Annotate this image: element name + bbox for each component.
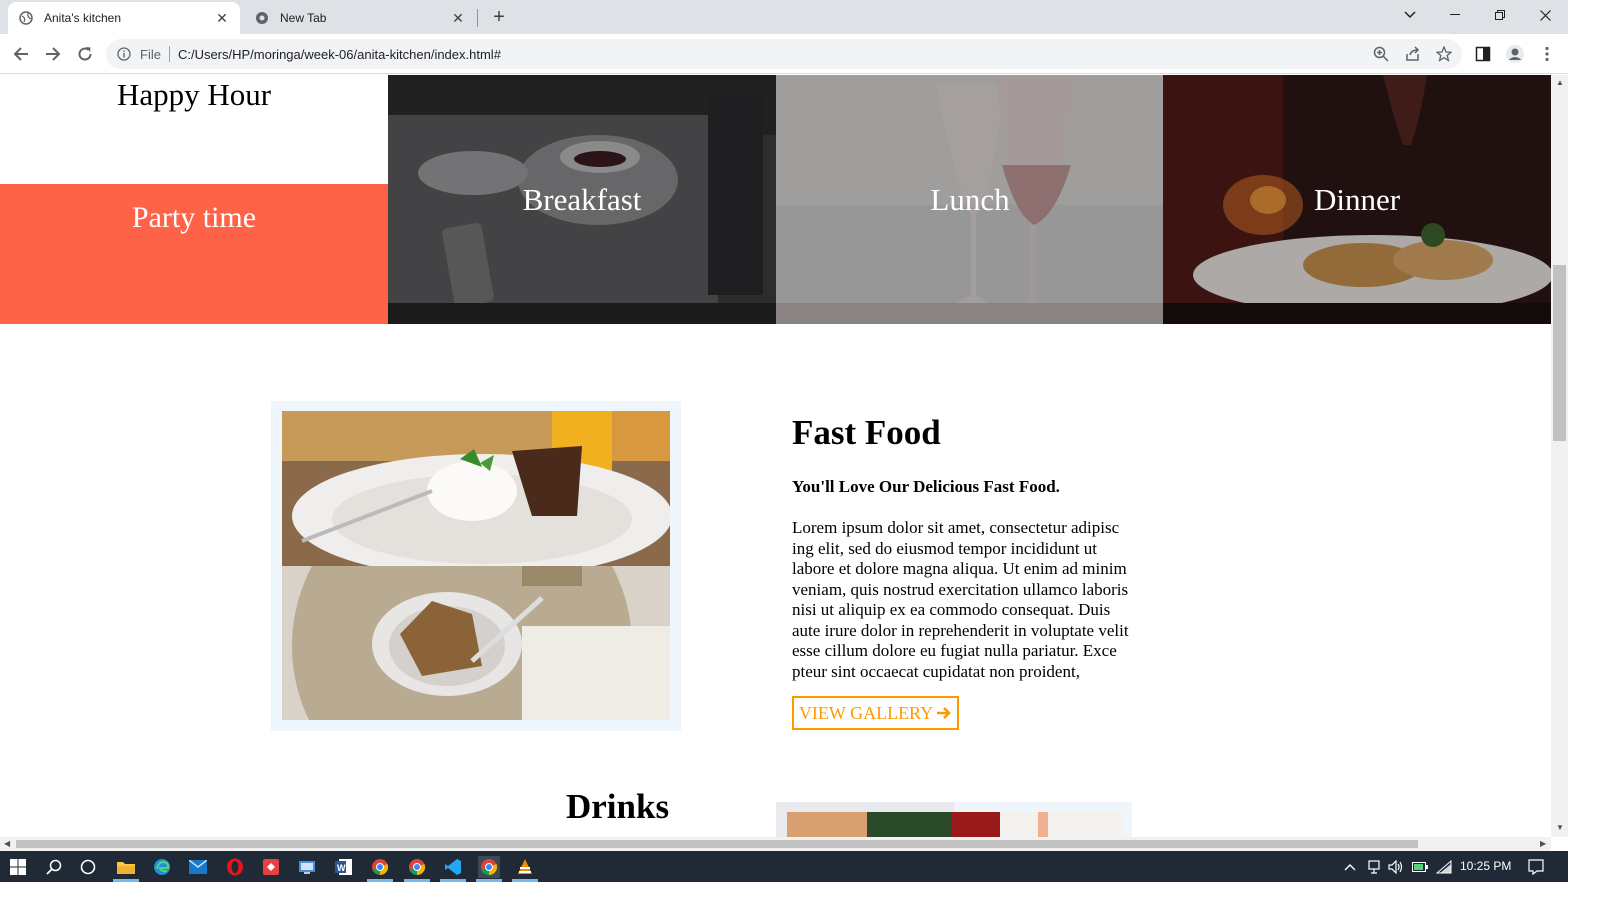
tab-title: New Tab: [280, 11, 327, 25]
breakfast-card[interactable]: Breakfast: [388, 75, 776, 324]
description-line: aute irure dolor in reprehenderit in vol…: [792, 620, 1129, 640]
volume-icon[interactable]: [1388, 859, 1404, 875]
tab-new-tab[interactable]: New Tab ✕: [244, 2, 476, 34]
forward-arrow-icon[interactable]: [41, 42, 65, 66]
word-icon[interactable]: W: [333, 856, 355, 878]
sponge-cake-image: [282, 566, 670, 720]
chrome-active-indicator: [404, 879, 430, 882]
happy-hour-panel: Happy Hour: [0, 75, 388, 184]
search-icon[interactable]: [43, 856, 65, 878]
horizontal-scrollbar[interactable]: ◀ ▶: [0, 837, 1551, 851]
meet-now-icon[interactable]: [1366, 859, 1382, 875]
address-bar[interactable]: File C:/Users/HP/moringa/week-06/anita-k…: [106, 39, 1462, 69]
lunch-label: Lunch: [930, 182, 1010, 217]
chrome-active-indicator: [476, 879, 502, 882]
chrome-active-indicator: [367, 879, 393, 882]
address-separator: [168, 46, 170, 62]
profile-avatar-icon[interactable]: [1505, 44, 1525, 64]
svg-text:W: W: [337, 863, 346, 873]
chocolate-cake-image: [282, 411, 670, 566]
chrome-icon[interactable]: [369, 856, 391, 878]
view-gallery-button[interactable]: VIEW GALLERY: [792, 696, 959, 730]
globe-icon: [18, 10, 34, 26]
battery-icon[interactable]: [1412, 859, 1428, 875]
close-tab-icon[interactable]: ✕: [214, 10, 230, 26]
file-explorer-icon[interactable]: [115, 856, 137, 878]
more-menu-icon[interactable]: [1537, 44, 1557, 64]
description-line: nisi ut aliquip ex ea commodo consequat.…: [792, 600, 1111, 619]
fast-food-heading: Fast Food: [792, 413, 941, 452]
fast-food-description: Lorem ipsum dolor sit amet, consectetur …: [792, 518, 1137, 682]
view-gallery-label: VIEW GALLERY: [798, 702, 934, 723]
zoom-icon[interactable]: [1371, 44, 1391, 64]
drinks-image-frame: [776, 802, 1132, 837]
vscode-icon[interactable]: [442, 856, 464, 878]
side-panel-icon[interactable]: [1473, 44, 1493, 64]
vertical-scroll-thumb[interactable]: [1553, 265, 1566, 441]
chrome-active-icon[interactable]: [478, 856, 500, 878]
edge-icon[interactable]: [151, 856, 173, 878]
system-clock[interactable]: 10:25 PM: [1460, 859, 1511, 873]
address-url[interactable]: C:/Users/HP/moringa/week-06/anita-kitche…: [178, 47, 501, 62]
task-view-icon[interactable]: [77, 856, 99, 878]
mail-icon[interactable]: [187, 856, 209, 878]
description-line: esse cillum dolore eu fugiat nulla paria…: [792, 641, 1117, 660]
restore-icon[interactable]: [1477, 0, 1523, 30]
scroll-left-arrow-icon[interactable]: ◀: [4, 839, 10, 848]
chrome-icon: [254, 10, 270, 26]
vertical-scrollbar[interactable]: ▲ ▼: [1551, 75, 1568, 837]
tab-anitas-kitchen[interactable]: Anita's kitchen ✕: [8, 2, 240, 34]
fast-food-subheading: You'll Love Our Delicious Fast Food.: [792, 477, 1060, 496]
wifi-icon[interactable]: [1436, 859, 1452, 875]
description-line: labore et dolore magna aliqua. Ut enim a…: [792, 559, 1127, 578]
tab-title: Anita's kitchen: [44, 11, 121, 25]
address-scheme: File: [140, 46, 161, 62]
lunch-card[interactable]: Lunch: [776, 75, 1164, 324]
description-line: veniam, quis nostrud exercitation ullamc…: [792, 579, 1129, 599]
scroll-up-arrow-icon[interactable]: ▲: [1556, 78, 1564, 87]
happy-hour-heading: Happy Hour: [116, 77, 272, 112]
description-line: ing elit, sed do eiusmod tempor incididu…: [792, 538, 1098, 558]
chrome-icon[interactable]: [406, 856, 428, 878]
horizontal-scroll-thumb[interactable]: [16, 840, 1418, 848]
notification-center-icon[interactable]: [1528, 859, 1544, 875]
browser-toolbar: File C:/Users/HP/moringa/week-06/anita-k…: [0, 34, 1568, 74]
drinks-image: [776, 802, 1122, 837]
close-tab-icon[interactable]: ✕: [450, 10, 466, 26]
vlc-active-indicator: [512, 879, 538, 882]
description-line: pteur sint occaecat cupidatat non proide…: [792, 661, 1080, 681]
info-icon[interactable]: [116, 46, 132, 62]
windows-taskbar: W 10:25 PM: [0, 851, 1568, 882]
minimize-icon[interactable]: [1432, 0, 1478, 30]
opera-icon[interactable]: [224, 856, 246, 878]
anydesk-icon[interactable]: [260, 856, 282, 878]
reload-icon[interactable]: [73, 42, 97, 66]
drinks-heading: Drinks: [566, 787, 670, 826]
dinner-card[interactable]: Dinner: [1163, 75, 1551, 324]
party-time-heading: Party time: [131, 201, 257, 234]
description-line: Lorem ipsum dolor sit amet, consectetur …: [792, 518, 1120, 537]
tab-divider: [477, 9, 478, 27]
dinner-label: Dinner: [1313, 182, 1401, 217]
back-arrow-icon[interactable]: [9, 42, 33, 66]
scroll-down-arrow-icon[interactable]: ▼: [1556, 823, 1564, 832]
party-time-panel: Party time: [0, 184, 388, 324]
close-window-icon[interactable]: [1522, 0, 1568, 30]
arrow-right-icon: [936, 706, 952, 720]
tab-search-chevron-icon[interactable]: [1387, 0, 1433, 30]
breakfast-label: Breakfast: [522, 182, 642, 217]
tab-strip: Anita's kitchen ✕ New Tab ✕ +: [0, 0, 1568, 34]
bookmark-star-icon[interactable]: [1434, 44, 1454, 64]
scroll-right-arrow-icon[interactable]: ▶: [1540, 839, 1546, 848]
share-icon[interactable]: [1403, 44, 1423, 64]
vlc-icon[interactable]: [514, 856, 536, 878]
page-viewport: Happy Hour Party time Breakfast Lunch Di…: [0, 75, 1551, 837]
control-panel-icon[interactable]: [296, 856, 318, 878]
tray-chevron-up-icon[interactable]: [1342, 859, 1358, 875]
new-tab-plus-icon[interactable]: +: [488, 6, 510, 28]
windows-start-icon[interactable]: [7, 856, 29, 878]
vscode-active-indicator: [440, 879, 466, 882]
file-explorer-active-indicator: [113, 879, 139, 882]
